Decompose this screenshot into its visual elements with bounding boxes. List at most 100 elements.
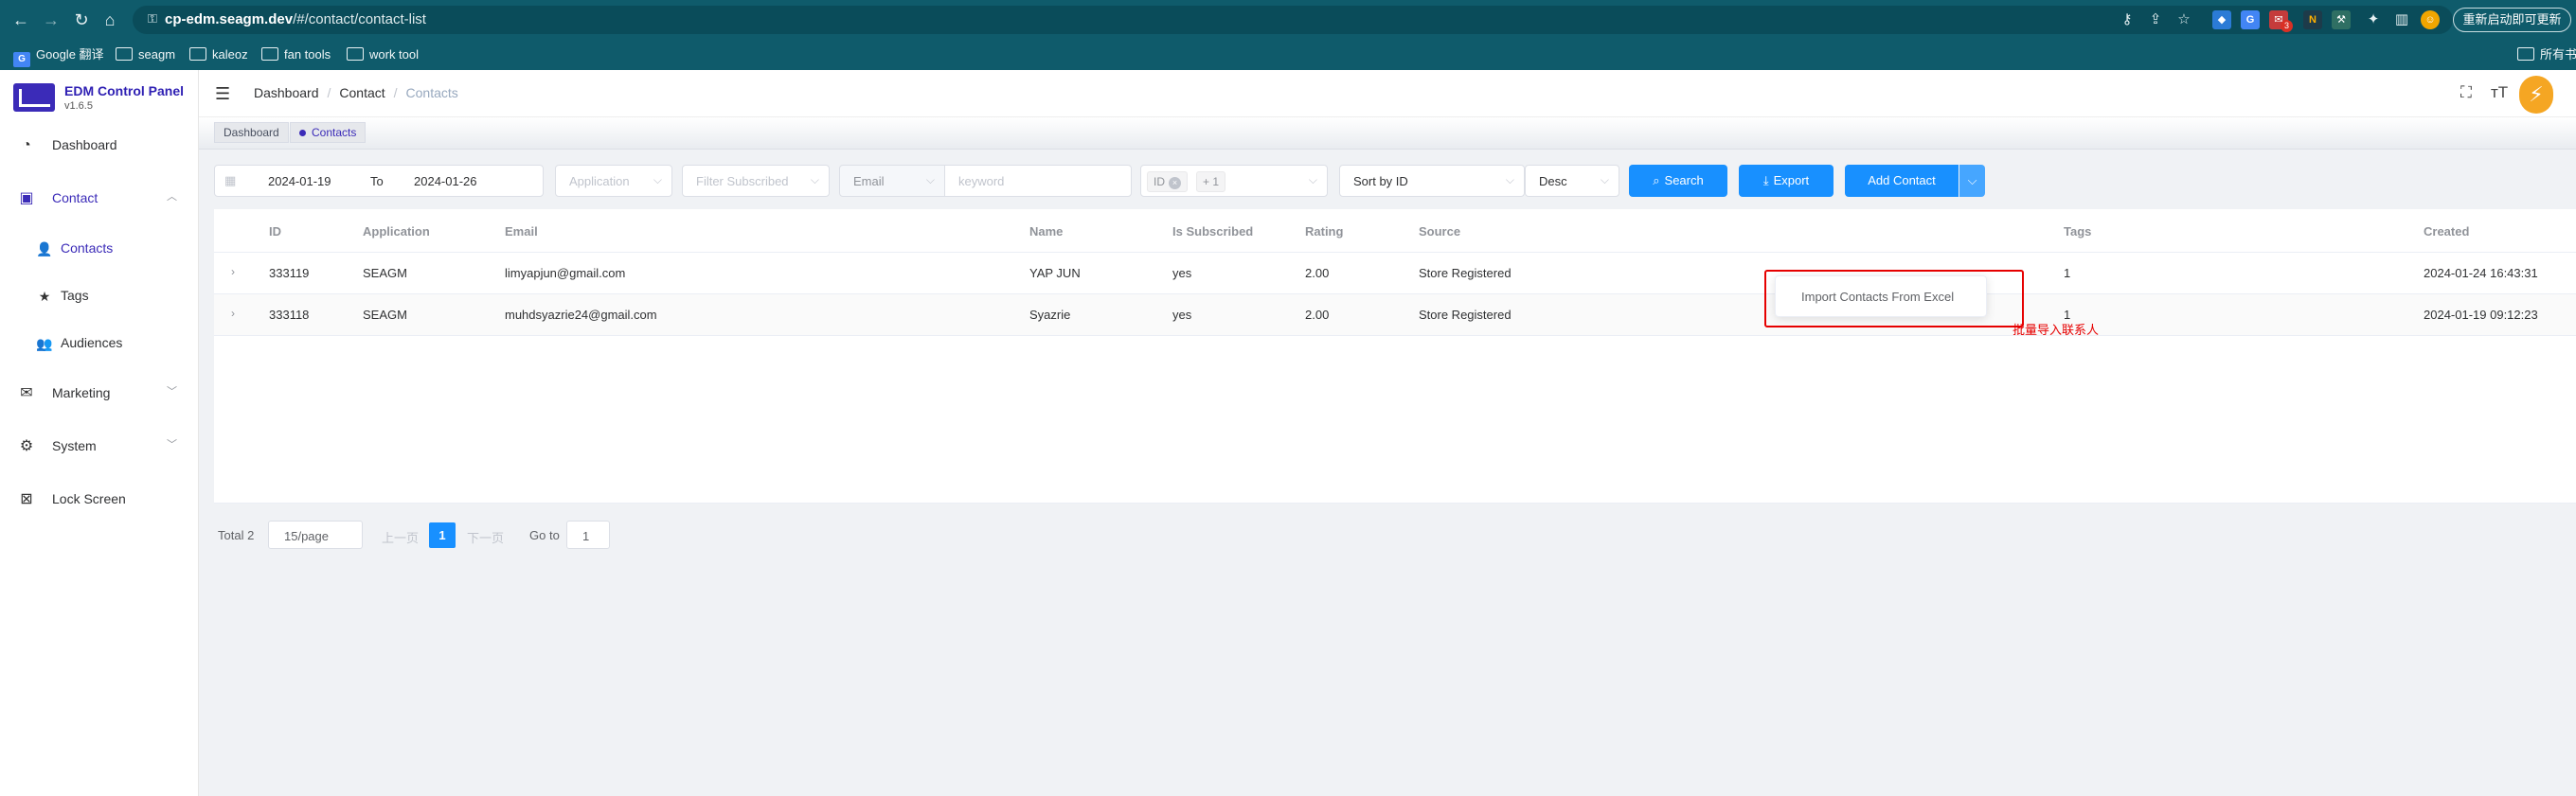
chevron-down-icon: ⌵ [653, 173, 662, 186]
fullscreen-icon[interactable]: ⛶ [2460, 83, 2472, 102]
chip-label: ID [1154, 175, 1165, 188]
page-number-current[interactable]: 1 [429, 522, 456, 548]
tab-dashboard[interactable]: Dashboard [214, 122, 289, 143]
bookmark-google-translate[interactable]: G Google 翻译 [13, 45, 104, 67]
topbar: ☰ Dashboard / Contact / Contacts ⛶ тT ⚡ [199, 70, 2576, 117]
extension-shield-icon[interactable]: ◆ [2212, 10, 2231, 29]
expand-row-icon[interactable]: › [231, 265, 235, 278]
download-icon: ⤓ [1762, 173, 1769, 187]
sidebar-item-lock-screen[interactable]: ⊠ Lock Screen [0, 475, 198, 524]
envelope-logo-icon [13, 83, 55, 112]
column-header-id: ID [269, 224, 281, 239]
add-contact-button[interactable]: Add Contact [1845, 165, 1959, 197]
table-row[interactable]: › 333118 SEAGM muhdsyazrie24@gmail.com S… [214, 294, 2576, 336]
export-button[interactable]: ⤓ Export [1739, 165, 1834, 197]
all-bookmarks[interactable]: 所有书 [2517, 45, 2576, 64]
tab-label: Contacts [312, 126, 357, 139]
sidebar-item-contacts[interactable]: 👤 Contacts [0, 225, 198, 273]
sidebar-item-dashboard[interactable]: ◔ Dashboard [0, 121, 198, 170]
date-range-picker[interactable]: ▦ 2024-01-19 To 2024-01-26 [214, 165, 544, 197]
cell-application: SEAGM [363, 308, 407, 322]
restart-update-button[interactable]: 重新启动即可更新 [2453, 8, 2571, 32]
browser-toolbar: ← → ↻ ⌂ ⚿ cp-edm.seagm.dev/#/contact/con… [0, 0, 2576, 40]
export-button-label: Export [1773, 173, 1810, 187]
profile-avatar-icon[interactable]: ☺ [2421, 10, 2440, 29]
sidebar-item-label: Marketing [52, 385, 111, 400]
folder-icon [261, 47, 278, 61]
user-add-icon: 👤 [36, 241, 53, 256]
sidebar-item-contact[interactable]: ▣ Contact ︿ [0, 174, 198, 223]
page-size-select[interactable]: 15/page ⌵ [268, 521, 363, 549]
subscribed-select[interactable]: Filter Subscribed ⌵ [682, 165, 830, 197]
site-info-icon[interactable]: ⚿ [148, 11, 157, 27]
add-contact-dropdown-toggle[interactable]: ⌵ [1959, 165, 1985, 197]
star-icon: ★ [38, 289, 51, 304]
chevron-down-icon: ⌵ [1505, 173, 1514, 186]
column-header-name: Name [1029, 224, 1064, 239]
keyword-input[interactable]: keyword [944, 165, 1132, 197]
key-icon[interactable]: ⚷ [2118, 10, 2137, 29]
goto-label: Go to [529, 528, 560, 542]
expand-row-icon[interactable]: › [231, 307, 235, 320]
back-icon[interactable]: ← [9, 9, 32, 31]
sidebar-item-marketing[interactable]: ✉ Marketing ﹀ [0, 369, 198, 418]
side-panel-icon[interactable]: ▥ [2392, 10, 2411, 29]
cell-id: 333119 [269, 266, 310, 280]
goto-page-input[interactable]: 1 [566, 521, 610, 549]
app-version: v1.6.5 [64, 100, 93, 112]
column-header-is-subscribed: Is Subscribed [1172, 224, 1254, 239]
chevron-down-icon: ⌵ [284, 528, 293, 540]
reload-icon[interactable]: ↻ [70, 9, 93, 31]
prev-page-button[interactable]: 上一页 [382, 528, 419, 546]
sidebar-item-tags[interactable]: ★ Tags [0, 273, 198, 320]
user-avatar[interactable]: ⚡ [2519, 76, 2553, 114]
bookmark-star-icon[interactable]: ☆ [2174, 10, 2193, 29]
sort-by-select[interactable]: Sort by ID ⌵ [1339, 165, 1525, 197]
forward-icon[interactable]: → [40, 9, 63, 31]
folder-icon [347, 47, 364, 61]
calendar-icon: ▦ [224, 173, 237, 187]
search-button[interactable]: ⌕ Search [1629, 165, 1727, 197]
columns-multiselect[interactable]: ID × + 1 ⌵ [1140, 165, 1328, 197]
order-select[interactable]: Desc ⌵ [1525, 165, 1619, 197]
search-field-select[interactable]: Email ⌵ [839, 165, 945, 197]
cell-rating: 2.00 [1305, 266, 1330, 280]
logo[interactable]: EDM Control Panel v1.6.5 [11, 80, 191, 121]
address-bar[interactable]: ⚿ cp-edm.seagm.dev/#/contact/contact-lis… [133, 6, 2453, 34]
sidebar-item-system[interactable]: ⚙ System ﹀ [0, 422, 198, 471]
tags-view: Dashboard Contacts [199, 117, 2576, 150]
home-icon[interactable]: ⌂ [98, 9, 121, 31]
close-icon[interactable]: × [1169, 177, 1181, 189]
extensions-puzzle-icon[interactable]: ✦ [2364, 10, 2383, 29]
cell-name: Syazrie [1029, 308, 1071, 322]
table-row[interactable]: › 333119 SEAGM limyapjun@gmail.com YAP J… [214, 253, 2576, 294]
app: EDM Control Panel v1.6.5 ◔ Dashboard ▣ C… [0, 70, 2576, 796]
table-bottom-border [214, 503, 2576, 504]
bookmark-folder-work-tool[interactable]: work tool [347, 45, 419, 64]
filter-bar: ▦ 2024-01-19 To 2024-01-26 Application ⌵… [214, 165, 2013, 197]
bookmark-folder-fan-tools[interactable]: fan tools [261, 45, 331, 64]
application-select[interactable]: Application ⌵ [555, 165, 672, 197]
sidebar-item-audiences[interactable]: 👥 Audiences [0, 320, 198, 367]
annotation-highlight-box [1764, 270, 2024, 327]
bookmarks-bar: G Google 翻译 seagm kaleoz fan tools work t… [0, 40, 2576, 70]
share-icon[interactable]: ⇪ [2146, 10, 2165, 29]
hamburger-icon[interactable]: ☰ [215, 84, 230, 104]
ext-nvl-icon[interactable]: N [2303, 10, 2322, 29]
extension-badge: 3 [2281, 20, 2293, 32]
search-button-label: Search [1664, 173, 1704, 187]
cell-source: Store Registered [1419, 308, 1512, 322]
bookmark-folder-kaleoz[interactable]: kaleoz [189, 45, 248, 64]
translate-extension-icon[interactable]: G [2241, 10, 2260, 29]
pagination-total: Total 2 [218, 528, 255, 542]
bookmark-folder-seagm[interactable]: seagm [116, 45, 175, 64]
next-page-button[interactable]: 下一页 [467, 528, 504, 546]
tab-contacts[interactable]: Contacts [290, 122, 367, 143]
font-size-icon[interactable]: тT [2491, 83, 2508, 102]
breadcrumb-item-contact[interactable]: Contact [339, 85, 385, 100]
column-chip-id[interactable]: ID × [1147, 171, 1188, 192]
ext-tool-icon[interactable]: ⚒ [2332, 10, 2351, 29]
column-header-source: Source [1419, 224, 1461, 239]
breadcrumb-item-dashboard[interactable]: Dashboard [254, 85, 319, 100]
sidebar-item-label: Tags [61, 288, 89, 303]
